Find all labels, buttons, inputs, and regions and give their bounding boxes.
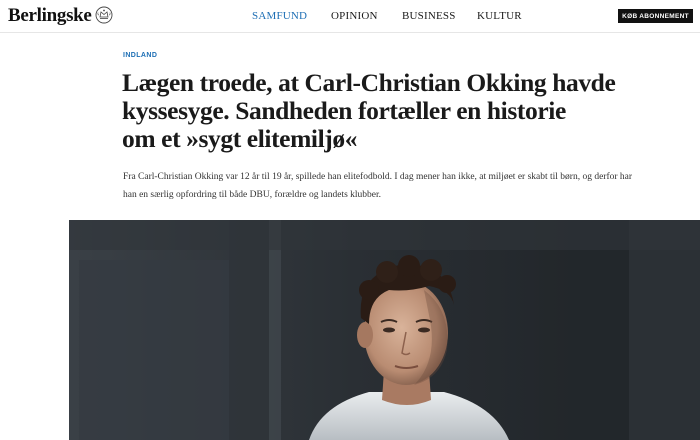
article-lede: Fra Carl-Christian Okking var 12 år til … [123, 168, 643, 204]
headline-line: kyssesyge. Sandheden fortæller en histor… [122, 96, 566, 125]
headline-line: Lægen troede, at Carl-Christian Okking h… [122, 68, 616, 97]
article-category[interactable]: INDLAND [123, 52, 157, 59]
lede-line: Fra Carl-Christian Okking var 12 år til … [123, 172, 633, 182]
site-header: Berlingske SAMFUND OPINION BUSINESS KULT… [0, 0, 700, 33]
buy-subscription-button[interactable]: KØB ABONNEMENT [618, 9, 693, 23]
headline-line: om et »sygt elitemiljø« [122, 124, 358, 153]
article-hero-photo [69, 220, 700, 440]
nav-item-samfund[interactable]: SAMFUND [252, 10, 307, 22]
article-headline: Lægen troede, at Carl-Christian Okking h… [122, 69, 662, 153]
nav-item-business[interactable]: BUSINESS [402, 10, 456, 22]
portrait-image [69, 220, 700, 440]
main-nav: SAMFUND OPINION BUSINESS KULTUR [0, 10, 700, 24]
lede-line: han en særlig opfordring til både DBU, f… [123, 190, 382, 200]
nav-item-opinion[interactable]: OPINION [331, 10, 378, 22]
nav-item-kultur[interactable]: KULTUR [477, 10, 522, 22]
